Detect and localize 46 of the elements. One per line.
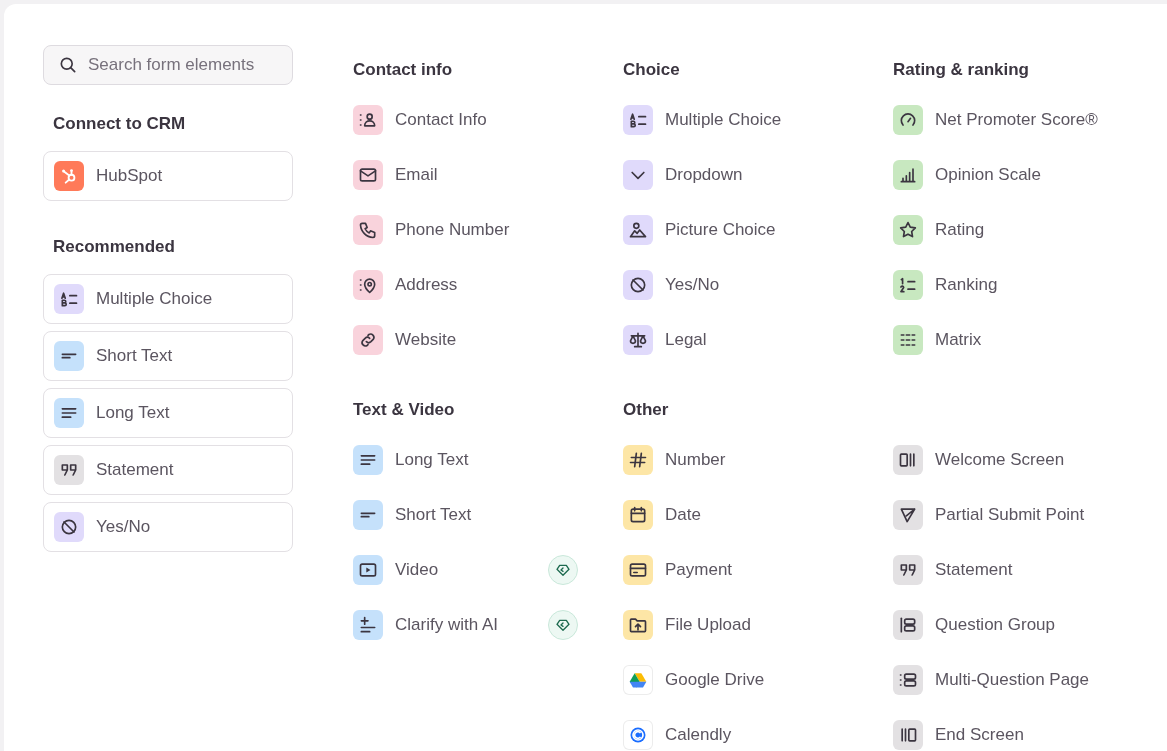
form-element-option[interactable]: Long Text <box>353 440 578 480</box>
form-element-option[interactable]: Payment <box>623 550 848 590</box>
form-element-option[interactable]: Contact Info <box>353 100 578 140</box>
form-element-option[interactable]: Yes/No <box>43 502 293 552</box>
form-element-option[interactable]: Statement <box>43 445 293 495</box>
section-heading: Rating & ranking <box>893 59 1030 81</box>
form-element-option[interactable]: Multiple Choice <box>43 274 293 324</box>
form-element-option[interactable]: Clarify with AI <box>353 605 578 645</box>
section-heading: Connect to CRM <box>53 113 187 135</box>
form-element-option[interactable]: Long Text <box>43 388 293 438</box>
form-element-option[interactable]: HubSpot <box>43 151 293 201</box>
form-element-option[interactable]: Legal <box>623 320 848 360</box>
search-field[interactable]: Search form elements <box>43 45 293 85</box>
form-element-option[interactable]: Rating <box>893 210 1118 250</box>
section-heading: Text & Video <box>353 399 456 421</box>
form-element-option[interactable]: Ranking <box>893 265 1118 305</box>
form-element-option[interactable]: Date <box>623 495 848 535</box>
section-heading: Recommended <box>53 236 176 258</box>
form-element-option[interactable]: Welcome Screen <box>893 440 1118 480</box>
form-element-option[interactable]: Multiple Choice <box>623 100 848 140</box>
form-element-option[interactable]: Email <box>353 155 578 195</box>
form-element-option[interactable]: Question Group <box>893 605 1118 645</box>
form-element-option[interactable]: Phone Number <box>353 210 578 250</box>
form-element-option[interactable]: File Upload <box>623 605 848 645</box>
section-heading: Other <box>623 399 670 421</box>
form-element-option[interactable]: Google Drive <box>623 660 848 700</box>
search-icon <box>58 55 78 75</box>
form-element-option[interactable]: Net Promoter Score® <box>893 100 1118 140</box>
form-element-option[interactable]: Opinion Scale <box>893 155 1118 195</box>
form-element-option[interactable]: End Screen <box>893 715 1118 751</box>
form-element-option[interactable]: Statement <box>893 550 1118 590</box>
form-element-option[interactable]: Website <box>353 320 578 360</box>
form-element-option[interactable]: Dropdown <box>623 155 848 195</box>
form-element-option[interactable]: Address <box>353 265 578 305</box>
form-element-option[interactable]: Video <box>353 550 578 590</box>
form-element-option[interactable]: Short Text <box>43 331 293 381</box>
form-element-option[interactable]: Number <box>623 440 848 480</box>
form-element-option[interactable]: Yes/No <box>623 265 848 305</box>
form-element-option[interactable]: Picture Choice <box>623 210 848 250</box>
form-element-option[interactable]: Matrix <box>893 320 1118 360</box>
form-element-option[interactable]: Calendly <box>623 715 848 751</box>
form-element-option[interactable]: Multi-Question Page <box>893 660 1118 700</box>
section-heading: Contact info <box>353 59 454 81</box>
form-element-option[interactable]: Short Text <box>353 495 578 535</box>
section-heading: Choice <box>623 59 681 81</box>
form-element-option[interactable]: Partial Submit Point <box>893 495 1118 535</box>
